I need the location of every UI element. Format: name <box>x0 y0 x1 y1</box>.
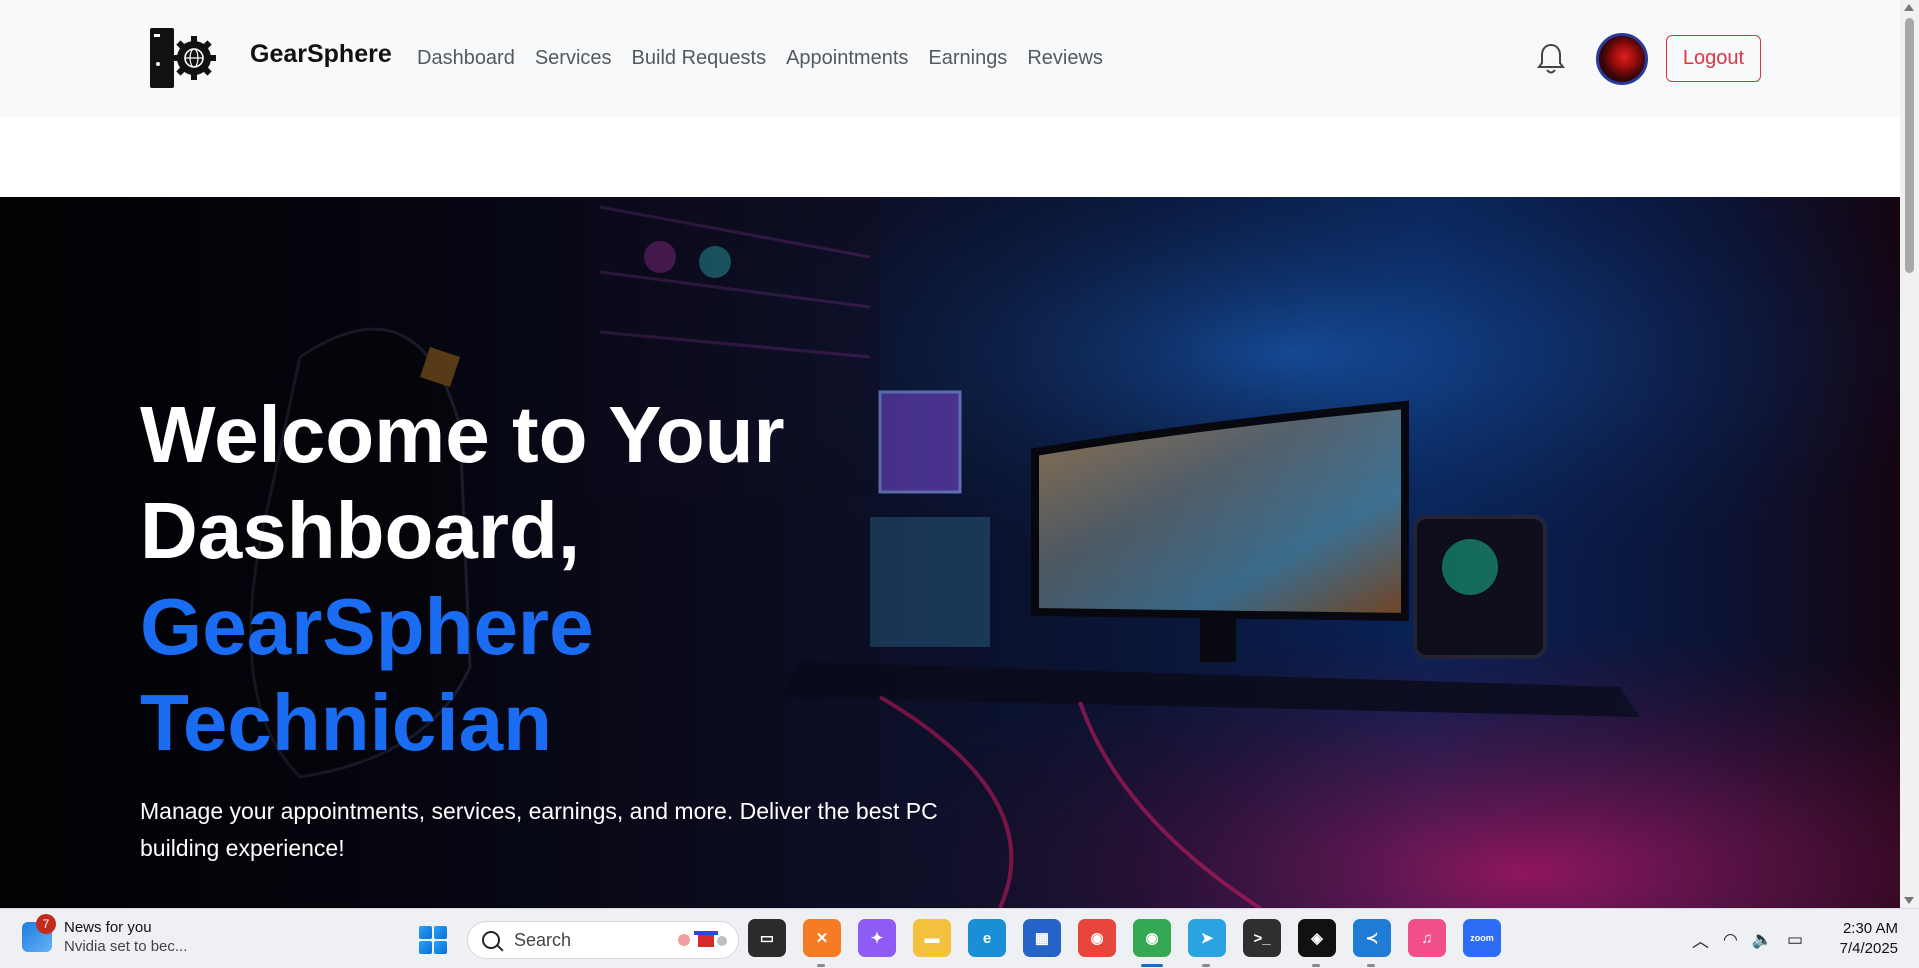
xampp-icon[interactable]: ✕ <box>803 919 841 967</box>
search-icon <box>482 931 500 949</box>
wifi-icon[interactable]: ◠ <box>1723 930 1738 950</box>
gearsphere-logo[interactable] <box>148 24 224 90</box>
windows-start-icon[interactable] <box>419 926 447 954</box>
task-view-icon[interactable]: ▭ <box>748 919 786 957</box>
hero-title-accent-line1: GearSphere <box>140 582 594 671</box>
battery-icon[interactable]: ▭ <box>1787 930 1803 950</box>
news-headline: Nvidia set to bec... <box>64 938 188 955</box>
brand-name[interactable]: GearSphere <box>250 40 392 69</box>
zoom-icon[interactable]: zoom <box>1463 919 1501 957</box>
scroll-down-arrow-icon[interactable] <box>1904 897 1914 904</box>
clock-time: 2:30 AM <box>1842 920 1898 937</box>
nav-link-dashboard[interactable]: Dashboard <box>417 47 515 70</box>
system-tray: ︿ ◠ 🔈 ▭ <box>1692 927 1803 952</box>
chrome-icon[interactable]: ◉ <box>1078 919 1116 957</box>
copilot-icon[interactable]: ✦ <box>858 919 896 957</box>
nav-links: Dashboard Services Build Requests Appoin… <box>417 47 1123 70</box>
hero-subtitle: Manage your appointments, services, earn… <box>140 798 938 861</box>
spacer <box>0 117 1900 197</box>
vscode-icon[interactable]: ≺ <box>1353 919 1391 967</box>
nav-link-services[interactable]: Services <box>535 47 612 70</box>
user-avatar[interactable] <box>1596 33 1648 85</box>
telegram-icon[interactable]: ➤ <box>1188 919 1226 967</box>
hero-title-line2: Dashboard, <box>140 486 581 575</box>
microsoft-store-icon[interactable]: ▦ <box>1023 919 1061 957</box>
hero-banner: Welcome to Your Dashboard, GearSphere Te… <box>0 197 1900 908</box>
terminal-icon[interactable]: >_ <box>1243 919 1281 957</box>
windows-taskbar: 7 News for you Nvidia set to bec... Sear… <box>0 908 1919 968</box>
hero-title-line1: Welcome to Your <box>140 390 785 479</box>
nav-link-build-requests[interactable]: Build Requests <box>632 47 767 70</box>
top-navbar: GearSphere Dashboard Services Build Requ… <box>0 0 1900 117</box>
file-explorer-icon[interactable]: ▬ <box>913 919 951 957</box>
news-title: News for you <box>64 919 152 936</box>
nav-link-appointments[interactable]: Appointments <box>786 47 908 70</box>
hero-title: Welcome to Your Dashboard, GearSphere Te… <box>140 387 960 771</box>
clock-date: 7/4/2025 <box>1839 940 1898 957</box>
chrome-profile-icon[interactable]: ◉ <box>1133 919 1171 967</box>
itunes-icon[interactable]: ♫ <box>1408 919 1446 957</box>
browser-viewport: GearSphere Dashboard Services Build Requ… <box>0 0 1900 908</box>
nav-link-reviews[interactable]: Reviews <box>1027 47 1103 70</box>
news-widget[interactable]: 7 News for you Nvidia set to bec... <box>22 914 188 955</box>
edge-icon[interactable]: e <box>968 919 1006 957</box>
system-clock[interactable]: 2:30 AM 7/4/2025 <box>1820 919 1898 959</box>
taskbar-apps: ▭ ✕ ✦ ▬ e ▦ ◉ ◉ ➤ >_ ◈ ≺ ♫ zoom <box>748 919 1518 967</box>
volume-icon[interactable]: 🔈 <box>1752 930 1773 950</box>
hero-title-accent-line2: Technician <box>140 678 552 767</box>
chevron-up-icon[interactable]: ︿ <box>1692 927 1709 952</box>
nav-link-earnings[interactable]: Earnings <box>928 47 1007 70</box>
capcut-icon[interactable]: ◈ <box>1298 919 1336 967</box>
taskbar-search-box[interactable]: Search <box>467 921 739 959</box>
logout-button[interactable]: Logout <box>1666 35 1761 82</box>
news-badge: 7 <box>36 914 56 934</box>
scroll-up-arrow-icon[interactable] <box>1904 4 1914 11</box>
search-highlight-icon <box>678 931 727 947</box>
search-placeholder: Search <box>514 929 572 950</box>
bell-icon[interactable] <box>1536 42 1566 76</box>
page-scrollbar[interactable] <box>1900 0 1919 908</box>
news-icon: 7 <box>22 914 56 952</box>
scroll-thumb[interactable] <box>1905 18 1914 273</box>
